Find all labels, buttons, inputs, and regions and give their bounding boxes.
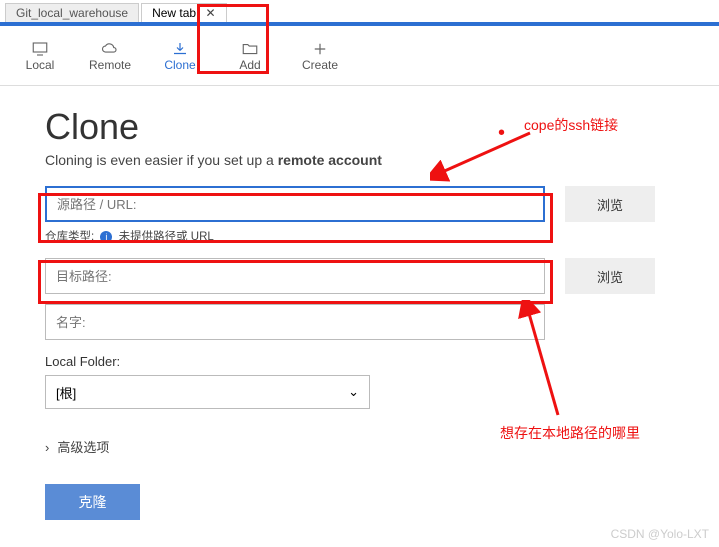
main-content: Clone Cloning is even easier if you set … bbox=[0, 86, 719, 540]
toolbar-clone[interactable]: Clone bbox=[145, 26, 215, 85]
toolbar-add[interactable]: Add bbox=[215, 26, 285, 85]
toolbar-label: Create bbox=[302, 58, 338, 72]
repo-type-msg: 未提供路径或 URL bbox=[119, 231, 214, 243]
browse-source-button[interactable]: 浏览 bbox=[565, 186, 655, 222]
toolbar-label: Clone bbox=[164, 58, 195, 72]
toolbar-label: Add bbox=[239, 58, 260, 72]
select-value: [根] bbox=[56, 383, 76, 402]
annotation-local: 想存在本地路径的哪里 bbox=[500, 423, 640, 443]
source-row: 浏览 bbox=[45, 186, 674, 222]
cloud-icon bbox=[100, 40, 120, 58]
source-url-input[interactable] bbox=[45, 186, 545, 222]
toolbar: Local Remote Clone Add Create bbox=[0, 26, 719, 86]
dest-row: 浏览 bbox=[45, 258, 674, 294]
toolbar-label: Remote bbox=[89, 58, 131, 72]
toolbar-label: Local bbox=[26, 58, 55, 72]
annotation-dot: • bbox=[498, 122, 505, 145]
close-icon[interactable]: ✕ bbox=[205, 6, 215, 20]
toolbar-remote[interactable]: Remote bbox=[75, 26, 145, 85]
repo-type-row: 仓库类型: i 未提供路径或 URL bbox=[45, 228, 674, 244]
watermark: CSDN @Yolo-LXT bbox=[611, 527, 709, 541]
info-icon: i bbox=[100, 231, 112, 243]
download-icon bbox=[170, 40, 190, 58]
local-folder-select[interactable]: [根] ⌄ bbox=[45, 375, 370, 409]
page-subtitle: Cloning is even easier if you set up a r… bbox=[45, 152, 674, 168]
tab-git-local[interactable]: Git_local_warehouse bbox=[5, 3, 139, 22]
monitor-icon bbox=[30, 40, 50, 58]
browse-dest-button[interactable]: 浏览 bbox=[565, 258, 655, 294]
repo-type-label: 仓库类型: bbox=[45, 231, 94, 243]
tab-new[interactable]: New tab ✕ bbox=[141, 3, 226, 22]
subtitle-text: Cloning is even easier if you set up a bbox=[45, 152, 278, 168]
toolbar-local[interactable]: Local bbox=[5, 26, 75, 85]
local-folder-label: Local Folder: bbox=[45, 354, 674, 369]
tab-label: New tab bbox=[152, 6, 196, 20]
folder-icon bbox=[240, 40, 260, 58]
name-input[interactable] bbox=[45, 304, 545, 340]
tab-bar: Git_local_warehouse New tab ✕ bbox=[0, 0, 719, 22]
plus-icon bbox=[310, 40, 330, 58]
annotation-ssh: cope的ssh链接 bbox=[524, 115, 618, 135]
clone-button[interactable]: 克隆 bbox=[45, 484, 140, 520]
dest-path-input[interactable] bbox=[45, 258, 545, 294]
name-row bbox=[45, 304, 674, 340]
tab-label: Git_local_warehouse bbox=[16, 6, 128, 20]
toolbar-create[interactable]: Create bbox=[285, 26, 355, 85]
chevron-down-icon: ⌄ bbox=[348, 384, 359, 400]
remote-account-link[interactable]: remote account bbox=[278, 152, 382, 168]
